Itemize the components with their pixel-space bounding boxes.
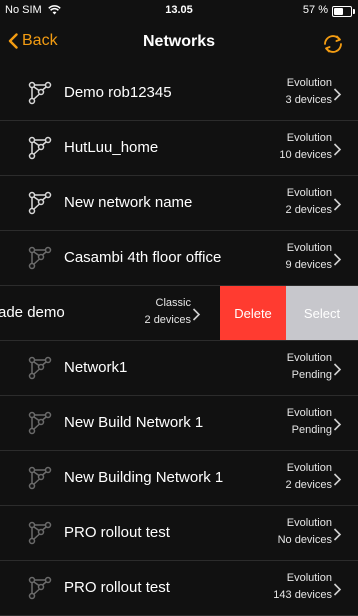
- navigation-bar: Back Networks: [0, 22, 358, 66]
- network-meta: Evolution 3 devices: [286, 75, 332, 109]
- device-count: 10 devices: [279, 149, 332, 161]
- network-row[interactable]: New Building Network 1 Evolution 2 devic…: [0, 451, 358, 506]
- refresh-icon[interactable]: [320, 32, 346, 56]
- network-icon: [28, 576, 52, 600]
- network-type: Evolution: [286, 132, 332, 144]
- network-name: HutLuu_home: [64, 139, 159, 156]
- network-type: Evolution: [286, 407, 332, 419]
- network-icon: [28, 246, 52, 270]
- network-type: Evolution: [286, 77, 332, 89]
- network-name: PRO rollout test: [64, 524, 170, 541]
- chevron-right-icon: [333, 143, 342, 156]
- delete-button[interactable]: Delete: [220, 286, 286, 340]
- chevron-right-icon: [192, 308, 201, 321]
- network-name: New Build Network 1: [64, 414, 204, 431]
- select-button[interactable]: Select: [286, 286, 358, 340]
- device-count: Pending: [291, 424, 332, 436]
- chevron-right-icon: [333, 473, 342, 486]
- network-icon: [28, 356, 52, 380]
- chevron-right-icon: [333, 583, 342, 596]
- network-row[interactable]: PRO rollout test Evolution 143 devices: [0, 561, 358, 616]
- network-name: Casambi 4th floor office: [64, 249, 222, 266]
- network-type: Evolution: [286, 242, 332, 254]
- network-row[interactable]: New network name Evolution 2 devices: [0, 176, 358, 231]
- network-meta: Evolution No devices: [278, 515, 332, 549]
- network-row[interactable]: New Build Network 1 Evolution Pending: [0, 396, 358, 451]
- network-row[interactable]: Casambi 4th floor office Evolution 9 dev…: [0, 231, 358, 286]
- network-meta: Classic 2 devices: [145, 295, 191, 329]
- chevron-right-icon: [333, 528, 342, 541]
- network-row[interactable]: Network1 Evolution Pending: [0, 341, 358, 396]
- network-name: ade demo: [0, 304, 65, 321]
- device-count: 2 devices: [144, 314, 191, 326]
- device-count: 2 devices: [285, 204, 332, 216]
- network-name: New network name: [64, 194, 193, 211]
- network-type: Evolution: [286, 517, 332, 529]
- device-count: 3 devices: [285, 94, 332, 106]
- network-row-swiped[interactable]: ade demo Classic 2 devices Delete Select: [0, 286, 358, 341]
- device-count: Pending: [291, 369, 332, 381]
- network-row[interactable]: Demo rob12345 Evolution 3 devices: [0, 66, 358, 121]
- network-meta: Evolution 2 devices: [286, 185, 332, 219]
- network-icon: [28, 411, 52, 435]
- chevron-right-icon: [333, 363, 342, 376]
- chevron-right-icon: [333, 198, 342, 211]
- network-meta: Evolution Pending: [287, 350, 332, 384]
- network-type: Evolution: [286, 572, 332, 584]
- network-name: PRO rollout test: [64, 579, 170, 596]
- network-meta: Evolution 143 devices: [273, 570, 332, 604]
- network-type: Evolution: [286, 352, 332, 364]
- network-type: Evolution: [286, 462, 332, 474]
- battery-icon: [332, 6, 355, 17]
- network-icon: [28, 81, 52, 105]
- network-icon: [28, 521, 52, 545]
- page-title: Networks: [142, 33, 216, 50]
- chevron-right-icon: [333, 88, 342, 101]
- device-count: 9 devices: [285, 259, 332, 271]
- network-meta: Evolution 2 devices: [286, 460, 332, 494]
- network-name: Network1: [64, 359, 128, 376]
- network-icon: [28, 466, 52, 490]
- network-type: Evolution: [286, 187, 332, 199]
- battery-level: [334, 8, 344, 15]
- status-bar: No SIM 13.05 57 %: [0, 0, 358, 20]
- network-icon: [28, 191, 52, 215]
- network-type: Classic: [155, 297, 191, 309]
- network-icon: [28, 136, 52, 160]
- battery-percentage: 57 %: [302, 4, 328, 16]
- device-count: 143 devices: [273, 589, 332, 601]
- chevron-right-icon: [333, 253, 342, 266]
- network-list: Demo rob12345 Evolution 3 devices HutLuu…: [0, 66, 358, 616]
- device-count: No devices: [277, 534, 332, 546]
- network-meta: Evolution 10 devices: [279, 130, 332, 164]
- network-row[interactable]: PRO rollout test Evolution No devices: [0, 506, 358, 561]
- network-name: New Building Network 1: [64, 469, 224, 486]
- chevron-right-icon: [333, 418, 342, 431]
- network-meta: Evolution Pending: [287, 405, 332, 439]
- network-name: Demo rob12345: [64, 84, 172, 101]
- network-meta: Evolution 9 devices: [286, 240, 332, 274]
- network-row[interactable]: HutLuu_home Evolution 10 devices: [0, 121, 358, 176]
- device-count: 2 devices: [285, 479, 332, 491]
